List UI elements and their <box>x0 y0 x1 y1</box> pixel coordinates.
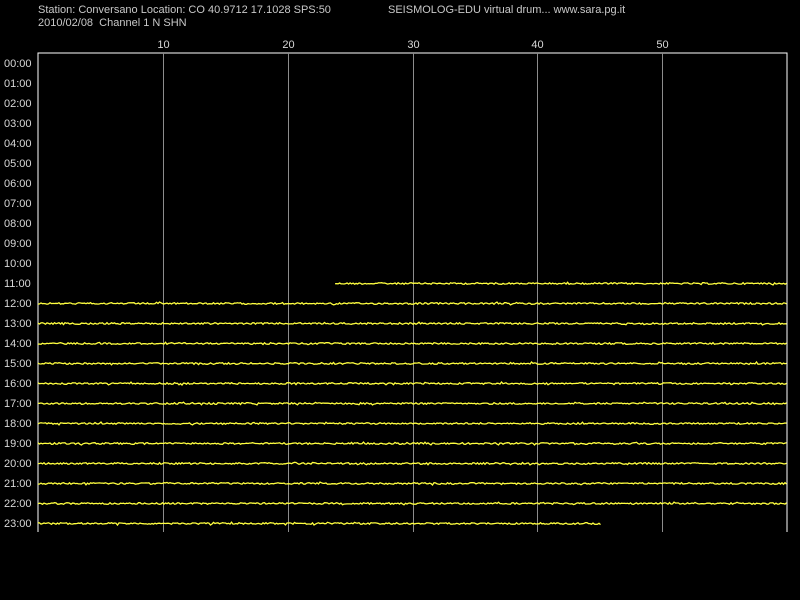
row-label: 13:00 <box>4 318 32 330</box>
row-label: 02:00 <box>4 98 32 110</box>
trace-1900 <box>37 441 787 446</box>
row-label: 01:00 <box>4 78 32 90</box>
trace-2300 <box>37 521 601 527</box>
x-tick-label: 10 <box>157 39 169 51</box>
trace-1400 <box>37 341 787 346</box>
row-label: 06:00 <box>4 178 32 190</box>
row-label: 11:00 <box>4 278 31 290</box>
trace-1600 <box>37 380 787 386</box>
row-label: 22:00 <box>4 498 32 510</box>
seismogram-drum-chart: 10 20 30 40 50 00:00 01:00 02:00 03:00 04:00 05:00… <box>4 39 788 532</box>
row-label: 21:00 <box>4 478 32 490</box>
trace-1800 <box>37 421 787 426</box>
x-tick-label: 40 <box>531 39 543 51</box>
row-label: 03:00 <box>4 118 32 130</box>
trace-2200 <box>37 501 787 506</box>
row-label: 20:00 <box>4 458 32 470</box>
row-label: 23:00 <box>4 518 32 530</box>
trace-1500 <box>37 360 787 366</box>
x-tick-label: 50 <box>656 39 668 51</box>
row-label: 16:00 <box>4 378 32 390</box>
row-label: 00:00 <box>4 58 32 70</box>
trace-2000 <box>37 461 787 466</box>
trace-2100 <box>37 481 787 487</box>
row-label: 10:00 <box>4 258 32 270</box>
row-label: 05:00 <box>4 158 32 170</box>
row-label: 15:00 <box>4 358 32 370</box>
row-label: 12:00 <box>4 298 32 310</box>
row-label: 19:00 <box>4 438 32 450</box>
row-label: 17:00 <box>4 398 32 410</box>
row-label: 08:00 <box>4 218 32 230</box>
row-label: 14:00 <box>4 338 32 350</box>
row-label: 07:00 <box>4 198 32 210</box>
trace-1200 <box>37 301 787 306</box>
plot-frame <box>37 52 788 532</box>
trace-1300 <box>37 321 787 326</box>
trace-1700 <box>37 401 787 406</box>
trace-1100 <box>335 281 787 286</box>
x-tick-label: 30 <box>407 39 419 51</box>
x-tick-label: 20 <box>282 39 294 51</box>
row-label: 04:00 <box>4 138 32 150</box>
row-label: 09:00 <box>4 238 32 250</box>
row-label: 18:00 <box>4 418 32 430</box>
